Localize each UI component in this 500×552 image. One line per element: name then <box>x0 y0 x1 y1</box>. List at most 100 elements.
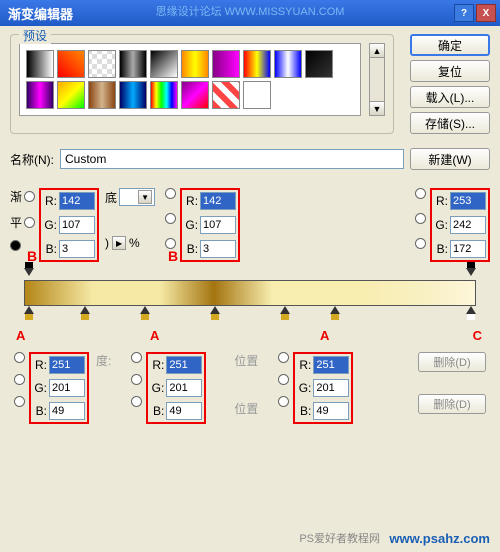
arrow-right-icon[interactable]: ▶ <box>112 236 126 250</box>
load-button[interactable]: 载入(L)... <box>410 86 490 108</box>
color-stop[interactable] <box>466 306 476 320</box>
preset-swatch[interactable] <box>150 50 178 78</box>
r-input[interactable]: 142 <box>59 192 95 210</box>
color-stop[interactable] <box>330 306 340 320</box>
g-input[interactable]: 242 <box>450 216 486 234</box>
b-label: B: <box>184 242 198 256</box>
radio[interactable] <box>131 374 142 385</box>
preset-swatch[interactable] <box>212 81 240 109</box>
color-stop[interactable] <box>24 306 34 320</box>
preset-swatch[interactable] <box>181 81 209 109</box>
r-label: R: <box>150 358 164 372</box>
preset-swatch[interactable] <box>305 50 333 78</box>
color-stop[interactable] <box>210 306 220 320</box>
gradient-bar[interactable] <box>24 280 476 306</box>
g-input[interactable]: 201 <box>166 379 202 397</box>
new-button[interactable]: 新建(W) <box>410 148 490 170</box>
radio[interactable] <box>415 238 426 249</box>
radio[interactable] <box>10 240 21 251</box>
close-button[interactable]: X <box>476 4 496 22</box>
radio[interactable] <box>131 396 142 407</box>
radio[interactable] <box>24 191 35 202</box>
grad-type-label: 渐 <box>10 188 22 205</box>
g-label: G: <box>434 218 448 232</box>
g-input[interactable]: 201 <box>49 379 85 397</box>
b-input[interactable]: 49 <box>166 402 202 420</box>
rgb-group-c-top: R:253 G:242 B:172 <box>430 188 490 262</box>
b-input[interactable]: 3 <box>200 240 236 258</box>
opacity-stop[interactable] <box>466 268 476 282</box>
radio[interactable] <box>14 396 25 407</box>
position-label: 位置 <box>234 352 258 369</box>
save-button[interactable]: 存储(S)... <box>410 112 490 134</box>
scroll-down-icon[interactable]: ▼ <box>370 101 384 115</box>
radio[interactable] <box>24 217 35 228</box>
name-input[interactable] <box>60 149 404 169</box>
preset-swatch[interactable] <box>243 81 271 109</box>
g-label: G: <box>33 381 47 395</box>
g-label: G: <box>297 381 311 395</box>
preset-swatch[interactable] <box>274 50 302 78</box>
preset-swatch[interactable] <box>88 81 116 109</box>
preset-swatch[interactable] <box>88 50 116 78</box>
g-label: G: <box>43 218 57 232</box>
b-label: B: <box>297 404 311 418</box>
reset-button[interactable]: 复位 <box>410 60 490 82</box>
scroll-up-icon[interactable]: ▲ <box>370 44 384 58</box>
preset-swatch[interactable] <box>243 50 271 78</box>
help-button[interactable]: ? <box>454 4 474 22</box>
radio[interactable] <box>415 188 426 199</box>
g-input[interactable]: 107 <box>200 216 236 234</box>
preset-swatch[interactable] <box>212 50 240 78</box>
r-input[interactable]: 251 <box>166 356 202 374</box>
radio[interactable] <box>165 188 176 199</box>
b-input[interactable]: 49 <box>49 402 85 420</box>
b-input[interactable]: 172 <box>450 240 486 258</box>
type-select[interactable]: ▼ <box>119 188 155 206</box>
watermark-bot-url: www.psahz.com <box>389 531 490 546</box>
window-title: 渐变编辑器 <box>4 4 73 23</box>
delete-opacity-button[interactable]: 删除(D) <box>418 352 486 372</box>
r-input[interactable]: 251 <box>313 356 349 374</box>
b-label: B: <box>434 242 448 256</box>
b-input[interactable]: 49 <box>313 402 349 420</box>
r-input[interactable]: 142 <box>200 192 236 210</box>
scrollbar[interactable]: ▲ ▼ <box>369 43 385 116</box>
presets-legend: 预设 <box>19 27 51 44</box>
radio[interactable] <box>131 352 142 363</box>
watermark-top: 思缘设计论坛 WWW.MISSYUAN.COM <box>156 3 345 19</box>
radio[interactable] <box>278 396 289 407</box>
b-input[interactable]: 3 <box>59 240 95 258</box>
preset-swatch[interactable] <box>26 50 54 78</box>
r-input[interactable]: 253 <box>450 192 486 210</box>
opacity-stop[interactable] <box>24 268 34 282</box>
r-input[interactable]: 251 <box>49 356 85 374</box>
color-stop[interactable] <box>140 306 150 320</box>
radio[interactable] <box>14 352 25 363</box>
marker-b2: B <box>168 248 178 264</box>
g-input[interactable]: 107 <box>59 216 95 234</box>
preset-swatch[interactable] <box>57 50 85 78</box>
preset-swatch[interactable] <box>119 50 147 78</box>
preset-swatch[interactable] <box>150 81 178 109</box>
preset-swatch[interactable] <box>119 81 147 109</box>
presets-list[interactable] <box>19 43 361 116</box>
rgb-group-a3: R:251 G:201 B:49 <box>293 352 353 424</box>
radio[interactable] <box>415 213 426 224</box>
b-label: B: <box>33 404 47 418</box>
color-stop[interactable] <box>280 306 290 320</box>
delete-color-button[interactable]: 删除(D) <box>418 394 486 414</box>
ok-button[interactable]: 确定 <box>410 34 490 56</box>
preset-swatch[interactable] <box>57 81 85 109</box>
base-label: 底 <box>105 189 117 206</box>
g-input[interactable]: 201 <box>313 379 349 397</box>
color-stop[interactable] <box>80 306 90 320</box>
r-label: R: <box>297 358 311 372</box>
radio[interactable] <box>278 374 289 385</box>
radio[interactable] <box>165 213 176 224</box>
radio[interactable] <box>278 352 289 363</box>
radio[interactable] <box>14 374 25 385</box>
preset-swatch[interactable] <box>26 81 54 109</box>
preset-swatch[interactable] <box>181 50 209 78</box>
chevron-down-icon[interactable]: ▼ <box>138 190 152 204</box>
